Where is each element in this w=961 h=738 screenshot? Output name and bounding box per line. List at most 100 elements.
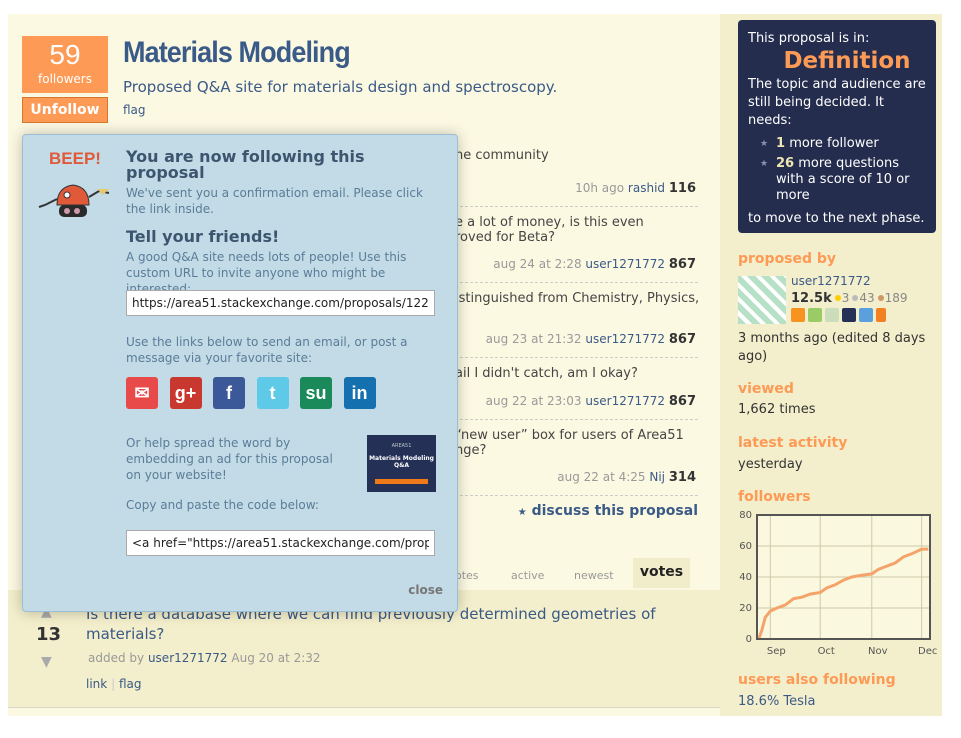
followers-chart: 0 20 40 60 80 Sep Oct Nov Dec: [739, 510, 937, 657]
discussion-item[interactable]: ail I didn't catch, am I okay? aug 22 at…: [455, 358, 698, 420]
question-user[interactable]: user1271772: [148, 651, 228, 665]
links-text: Use the links below to send an email, or…: [126, 335, 408, 365]
discuss-label: discuss this proposal: [531, 503, 698, 519]
y-tick-label: 0: [746, 634, 752, 645]
close-button[interactable]: close: [408, 583, 443, 597]
tab-votes-partial[interactable]: otes: [455, 569, 479, 582]
discussion-user[interactable]: user1271772: [585, 394, 665, 408]
copy-text: Copy and paste the code below:: [126, 498, 319, 512]
reputation: 12.5k: [791, 291, 832, 306]
x-tick-label: Oct: [818, 646, 835, 657]
x-tick-label: Dec: [918, 646, 937, 657]
silver-badges: 43: [859, 291, 875, 305]
phase-name: Definition: [783, 48, 911, 74]
discussion-time: aug 22 at 23:03: [485, 394, 582, 408]
spread-text: Or help spread the word by embedding an …: [126, 436, 333, 482]
x-tick-label: Nov: [868, 646, 888, 657]
area51-icon[interactable]: [842, 308, 856, 322]
discussion-meta: aug 22 at 23:03 user1271772 867: [486, 394, 696, 409]
email-share-icon[interactable]: ✉: [126, 377, 158, 409]
discussion-title[interactable]: “new user” box for users of Area51 nge?: [455, 428, 684, 458]
discussion-title[interactable]: he community: [455, 148, 549, 163]
modal-heading: You are now following this proposal: [126, 147, 365, 182]
follow-modal: BEEP! You are now following this proposa…: [22, 134, 458, 612]
discussion-meta: 10h ago rashid 116: [575, 181, 696, 196]
phase-box: This proposal is in: Definition The topi…: [738, 20, 936, 233]
also-following-item[interactable]: 18.6% Tesla: [738, 694, 816, 709]
y-tick-label: 80: [739, 510, 752, 521]
need-text: more questions with a score of 10 or mor…: [776, 156, 910, 203]
phase-outro: to move to the next phase.: [748, 211, 925, 226]
bronze-badges: 189: [884, 291, 908, 305]
stumbleupon-share-icon[interactable]: su: [300, 377, 332, 409]
phase-desc: The topic and audience are still being d…: [748, 77, 926, 128]
discussion-title[interactable]: e a lot of money, is this even roved for …: [455, 215, 644, 245]
latest-activity-heading: latest activity: [738, 435, 848, 451]
question-links: link | flag: [86, 677, 142, 691]
avatar[interactable]: [738, 276, 786, 324]
y-tick-label: 20: [739, 603, 752, 614]
ad-text: Materials Modeling Q&A: [369, 455, 434, 469]
facebook-share-icon[interactable]: f: [213, 377, 245, 409]
vote-count: 13: [36, 624, 62, 645]
discussion-time: aug 22 at 4:25: [557, 470, 646, 484]
phase-needs: 1 more follower 26 more questions with a…: [760, 136, 926, 204]
discussion-item[interactable]: e a lot of money, is this even roved for …: [455, 207, 698, 283]
discussion-rep: 867: [668, 257, 696, 272]
gold-badges: 3: [841, 291, 850, 305]
question-meta: added by user1271772 Aug 20 at 2:32: [88, 651, 321, 665]
discussion-rep: 867: [668, 332, 696, 347]
discussion-user[interactable]: rashid: [628, 181, 665, 195]
link-link[interactable]: link: [86, 677, 107, 691]
followers-count: 59: [49, 39, 81, 70]
need-item: 1 more follower: [760, 136, 926, 152]
google-plus-share-icon[interactable]: g+: [169, 377, 202, 409]
tell-friends-heading: Tell your friends!: [126, 227, 280, 246]
proposed-by-heading: proposed by: [738, 251, 837, 267]
discussion-meta: aug 24 at 2:28 user1271772 867: [493, 257, 696, 272]
downvote-icon[interactable]: ▼: [41, 654, 52, 670]
star-icon: ★: [517, 507, 527, 518]
tab-votes[interactable]: votes: [633, 558, 690, 588]
discussion-title[interactable]: istinguished from Chemistry, Physics,: [455, 291, 699, 306]
discussion-item[interactable]: istinguished from Chemistry, Physics, au…: [455, 283, 699, 358]
unfollow-button[interactable]: Unfollow: [22, 97, 108, 123]
page-title: Materials Modeling: [123, 36, 351, 69]
site-icon[interactable]: [791, 308, 805, 322]
linkedin-share-icon[interactable]: in: [343, 377, 376, 409]
discussion-meta: aug 22 at 4:25 Nij 314: [557, 470, 696, 485]
discussion-item[interactable]: “new user” box for users of Area51 nge? a…: [455, 420, 698, 496]
followers-label: followers: [38, 72, 92, 86]
discussion-time: 10h ago: [575, 181, 625, 195]
twitter-share-icon[interactable]: t: [256, 377, 289, 409]
flag-link[interactable]: flag: [123, 103, 146, 117]
site-icon[interactable]: [859, 308, 873, 322]
question-flag-link[interactable]: flag: [119, 677, 142, 691]
site-icon[interactable]: [825, 308, 839, 322]
stackoverflow-icon[interactable]: [876, 308, 886, 322]
discuss-proposal-link[interactable]: ★ discuss this proposal: [518, 503, 698, 519]
site-badges: [791, 308, 889, 326]
invite-url-input[interactable]: [126, 290, 435, 316]
discussion-rep: 867: [668, 394, 696, 409]
discussion-user[interactable]: user1271772: [585, 257, 665, 271]
ad-preview[interactable]: AREA51 Materials Modeling Q&A: [367, 435, 436, 492]
embed-code-input[interactable]: [126, 530, 435, 556]
discussion-title[interactable]: ail I didn't catch, am I okay?: [455, 366, 638, 381]
need-item: 26 more questions with a score of 10 or …: [760, 156, 926, 204]
discussion-user[interactable]: user1271772: [585, 332, 665, 346]
modal-heading-block: You are now following this proposal We'v…: [126, 149, 438, 297]
discussion-meta: aug 23 at 21:32 user1271772 867: [486, 332, 696, 347]
latest-activity: yesterday: [738, 457, 803, 472]
need-count: 1: [776, 136, 786, 151]
discussion-user[interactable]: Nij: [649, 470, 665, 484]
followers-heading: followers: [738, 489, 811, 505]
discussion-time: aug 23 at 21:32: [485, 332, 582, 346]
tab-newest[interactable]: newest: [574, 569, 614, 582]
proposer-name[interactable]: user1271772: [791, 274, 871, 288]
discussion-item[interactable]: he community 10h ago rashid 116: [455, 140, 698, 207]
followers-count-box: 59 followers: [22, 36, 108, 93]
site-icon[interactable]: [808, 308, 822, 322]
tab-active[interactable]: active: [511, 569, 544, 582]
sort-tabs: otes active newest votes: [455, 558, 698, 588]
